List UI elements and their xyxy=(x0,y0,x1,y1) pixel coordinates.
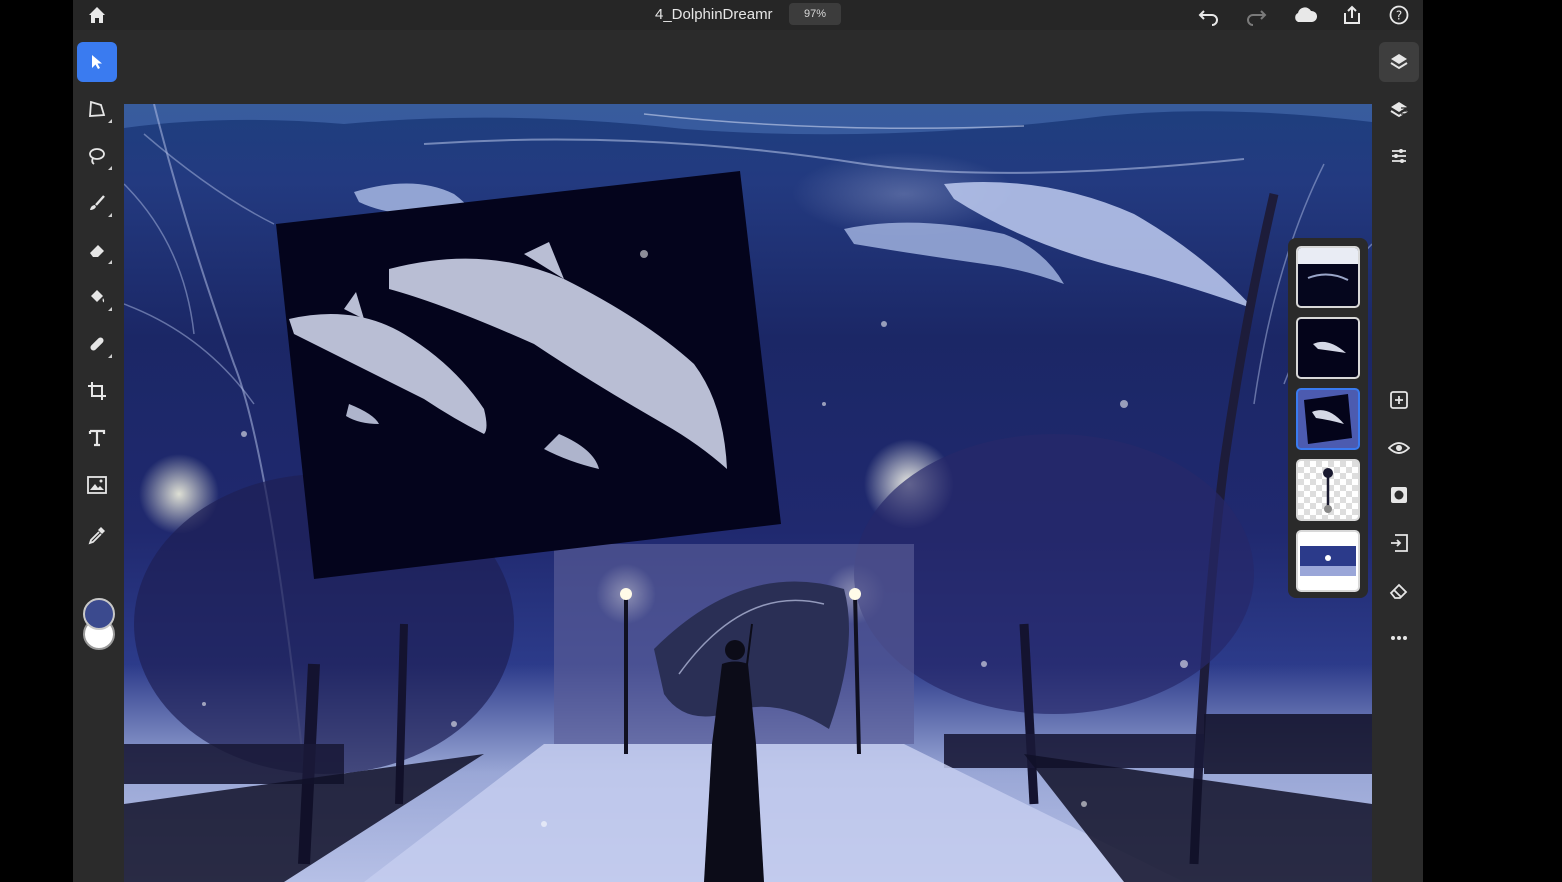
layers-button[interactable] xyxy=(1379,42,1419,82)
healing-icon xyxy=(90,337,104,351)
crop-tool[interactable] xyxy=(77,371,117,411)
help-icon[interactable]: ? xyxy=(1387,3,1411,27)
select-tool[interactable] xyxy=(77,42,117,82)
layer-properties-button[interactable] xyxy=(1379,89,1419,129)
document-canvas[interactable] xyxy=(124,104,1372,882)
layer-underwater-top[interactable] xyxy=(1296,246,1360,308)
fill-tool[interactable] xyxy=(77,277,117,317)
eraser-tool[interactable] xyxy=(77,230,117,270)
layer-night-street[interactable] xyxy=(1296,530,1360,592)
crop-icon xyxy=(88,382,106,400)
document-title[interactable]: 4_DolphinDreamr xyxy=(655,6,773,23)
eyedropper-tool[interactable] xyxy=(77,515,117,555)
clear-button[interactable] xyxy=(1379,571,1419,611)
brush-icon xyxy=(90,195,105,210)
arrange-button[interactable] xyxy=(1379,523,1419,563)
top-bar: 4_DolphinDreamr 97% ? xyxy=(73,0,1423,30)
healing-tool[interactable] xyxy=(77,324,117,364)
layer-dolphins-tilted[interactable] xyxy=(1296,388,1360,450)
more-button[interactable] xyxy=(1379,618,1419,658)
adjustments-icon xyxy=(1392,149,1406,163)
transform-icon xyxy=(89,100,106,117)
photoshop-app: 4_DolphinDreamr 97% ? xyxy=(73,0,1423,882)
layer-dolphin-dark[interactable] xyxy=(1296,317,1360,379)
layer-properties-icon xyxy=(1390,102,1408,118)
lasso-icon xyxy=(89,148,105,165)
type-tool[interactable] xyxy=(77,418,117,458)
arrange-icon xyxy=(1391,534,1408,552)
right-toolbar xyxy=(1375,30,1423,882)
share-icon[interactable] xyxy=(1340,3,1364,27)
add-layer-button[interactable] xyxy=(1379,380,1419,420)
layers-panel xyxy=(1288,238,1368,598)
eyedropper-icon xyxy=(88,527,105,545)
visibility-button[interactable] xyxy=(1379,428,1419,468)
zoom-level[interactable]: 97% xyxy=(789,3,841,25)
mask-button[interactable] xyxy=(1379,475,1419,515)
eraser-clear-icon xyxy=(1389,583,1408,599)
left-toolbar xyxy=(73,30,119,882)
mask-icon xyxy=(1391,487,1407,503)
visibility-icon xyxy=(1388,442,1410,454)
home-icon[interactable] xyxy=(85,3,109,27)
add-layer-icon xyxy=(1390,391,1408,409)
brush-tool[interactable] xyxy=(77,183,117,223)
type-icon xyxy=(88,429,106,447)
svg-text:?: ? xyxy=(1396,9,1402,23)
arrow-cursor-icon xyxy=(92,55,102,69)
eraser-icon xyxy=(90,245,104,257)
foreground-color-swatch[interactable] xyxy=(83,598,115,630)
adjustments-button[interactable] xyxy=(1379,136,1419,176)
composite-image xyxy=(124,104,1372,882)
lasso-tool[interactable] xyxy=(77,136,117,176)
undo-icon[interactable] xyxy=(1197,3,1221,27)
redo-icon[interactable] xyxy=(1244,3,1268,27)
transform-tool[interactable] xyxy=(77,89,117,129)
more-icon xyxy=(1391,636,1407,640)
layer-streetlamp[interactable] xyxy=(1296,459,1360,521)
layers-icon xyxy=(1390,54,1408,70)
cloud-icon[interactable] xyxy=(1291,3,1319,27)
paint-bucket-icon xyxy=(91,290,105,303)
selected-layer-dolphins[interactable] xyxy=(276,171,781,579)
image-icon xyxy=(87,476,107,494)
place-image-tool[interactable] xyxy=(77,465,117,505)
